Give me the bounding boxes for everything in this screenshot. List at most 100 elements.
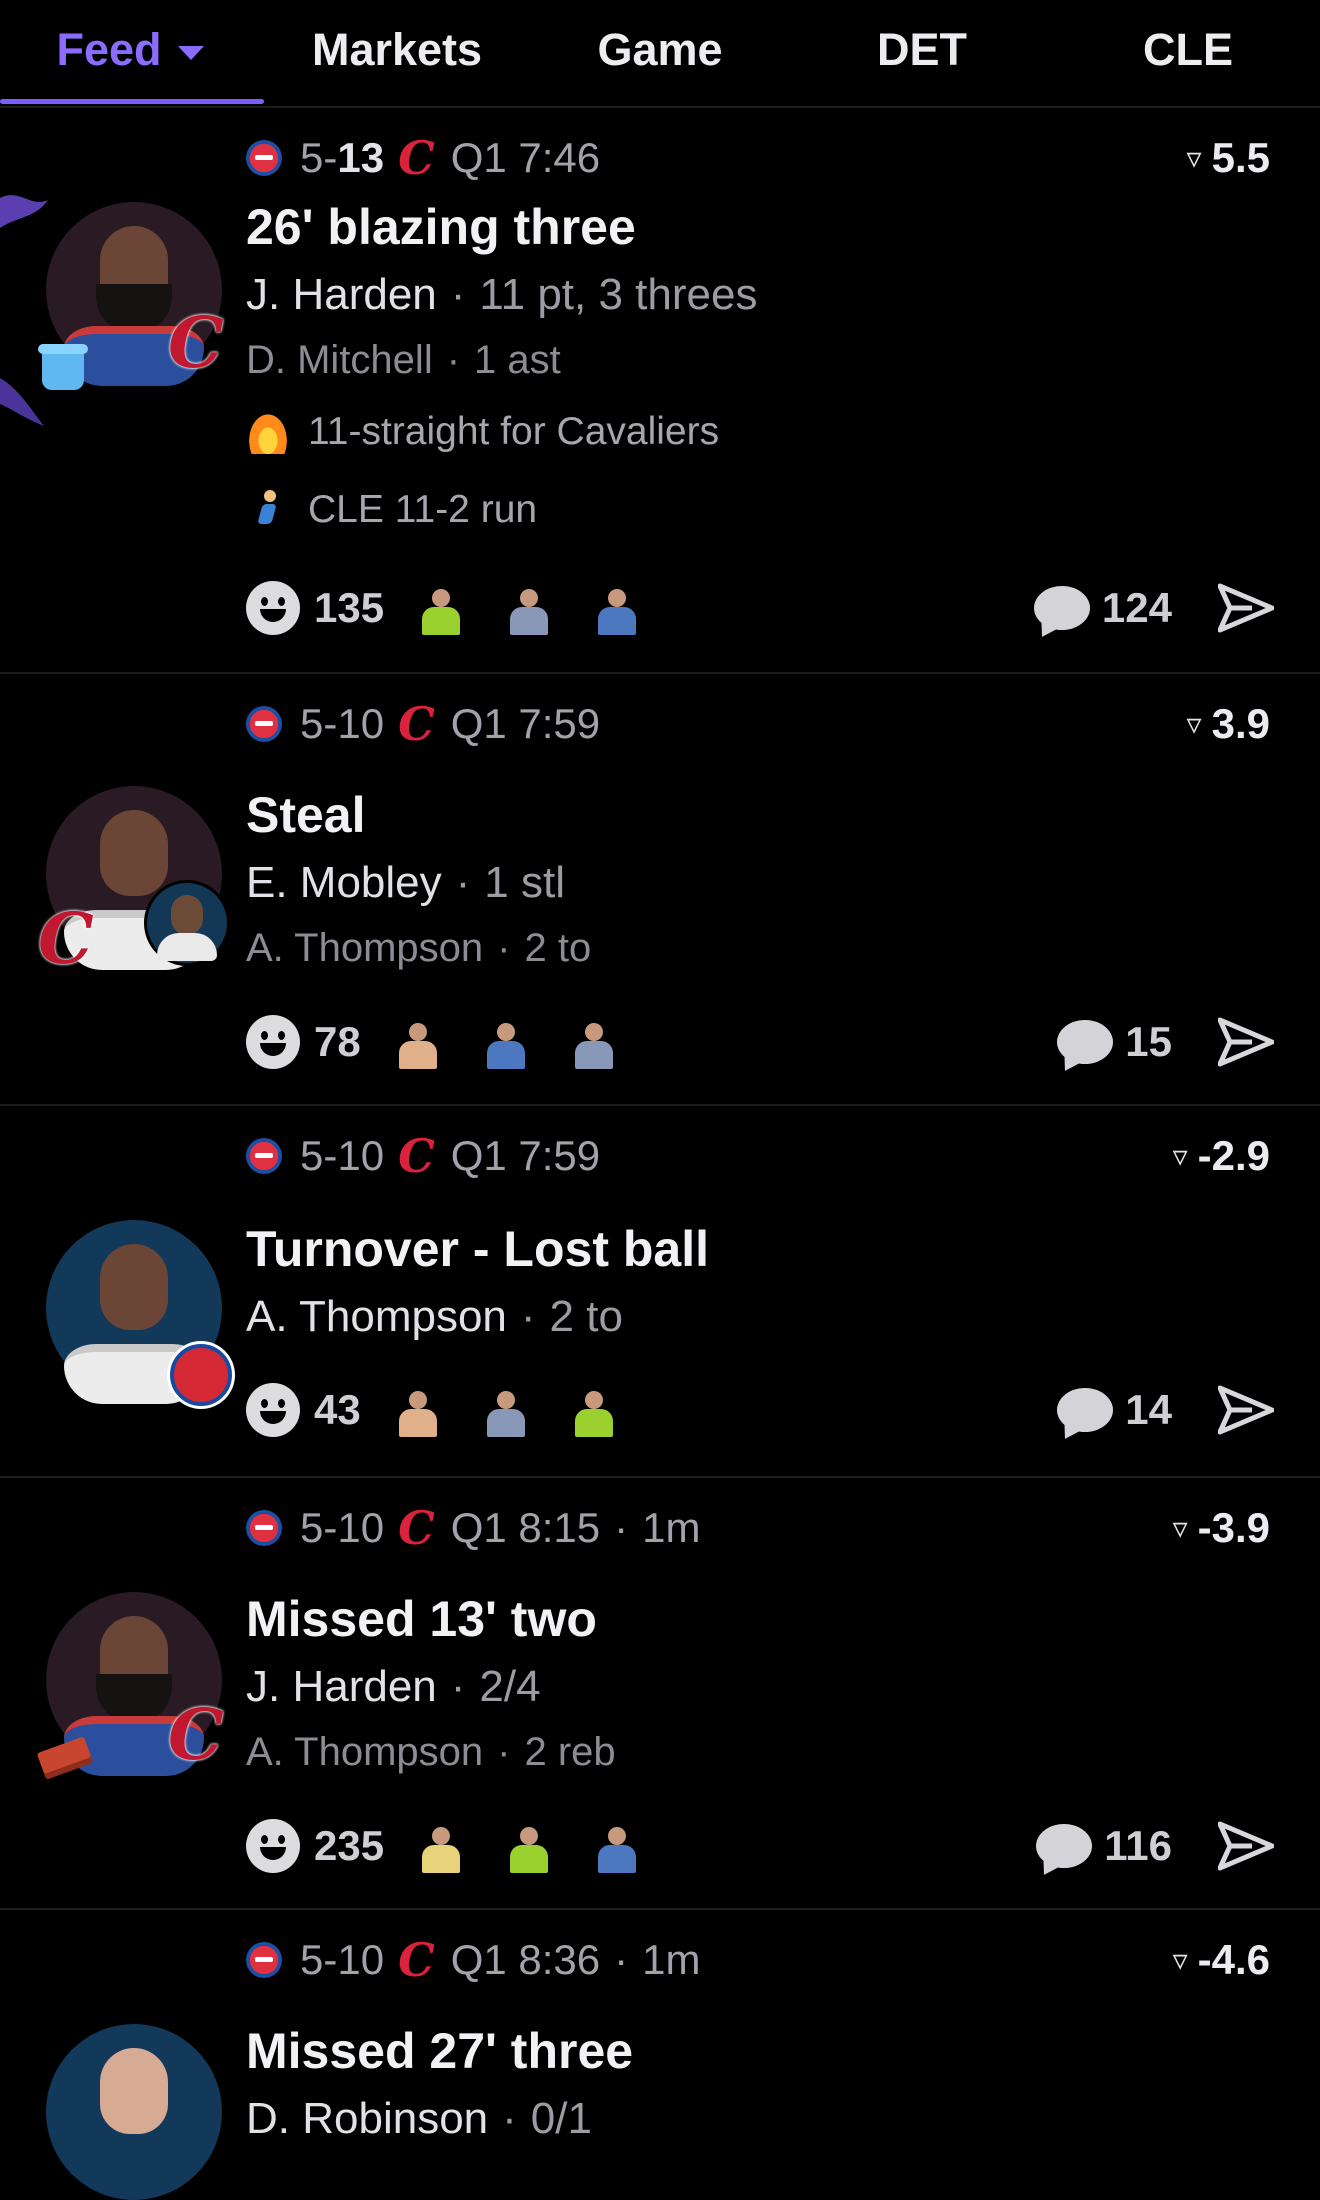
- player-name[interactable]: D. Robinson: [246, 2094, 488, 2143]
- feed-item[interactable]: 5- 13 C Q1 7:46 ▿ 5.5 C 26' blazing three …: [0, 108, 1320, 674]
- tab-feed[interactable]: Feed: [0, 0, 260, 100]
- player-line: J. Harden · 11 pt, 3 threes: [246, 270, 757, 320]
- tab-cle[interactable]: CLE: [1088, 0, 1288, 100]
- separator-dot: ·: [446, 338, 461, 382]
- reaction-button[interactable]: 78: [246, 1012, 621, 1072]
- player-stat: 2 to: [549, 1292, 623, 1341]
- odds-change: ▿ -3.9: [1173, 1500, 1270, 1556]
- separator-dot: ·: [450, 270, 466, 319]
- reaction-thumbnail[interactable]: [502, 581, 556, 635]
- reaction-button[interactable]: 135: [246, 578, 644, 638]
- reaction-gifs: [391, 1383, 621, 1437]
- reaction-thumbnail[interactable]: [567, 1383, 621, 1437]
- reaction-thumbnail[interactable]: [391, 1015, 445, 1069]
- play-title: Missed 13' two: [246, 1591, 597, 1647]
- reaction-count: 135: [314, 584, 385, 631]
- assist-name[interactable]: A. Thompson: [246, 1730, 483, 1774]
- player-stat: 11 pt, 3 threes: [479, 270, 758, 319]
- odds-change: ▿ 5.5: [1187, 130, 1270, 186]
- run-row: CLE 11-2 run: [246, 488, 537, 532]
- comment-bubble-icon: [1057, 1388, 1114, 1432]
- odds-value: 3.9: [1211, 700, 1270, 747]
- tab-markets[interactable]: Markets: [282, 0, 512, 100]
- separator-dot: ·: [455, 858, 471, 907]
- assist-name[interactable]: D. Mitchell: [246, 338, 433, 382]
- comments-button[interactable]: 116: [1036, 1816, 1172, 1876]
- odds-value: -3.9: [1197, 1504, 1270, 1551]
- game-clock: Q1 7:59: [450, 700, 601, 747]
- send-icon[interactable]: [1218, 1016, 1274, 1068]
- comments-button[interactable]: 14: [1057, 1380, 1172, 1440]
- pistons-logo-icon: [246, 706, 282, 742]
- reaction-thumbnail[interactable]: [502, 1819, 556, 1873]
- player-name[interactable]: J. Harden: [246, 270, 437, 319]
- reaction-gifs: [391, 1015, 621, 1069]
- comments-button[interactable]: 124: [1033, 578, 1172, 638]
- avatar[interactable]: C: [36, 1592, 224, 1780]
- odds-value: -2.9: [1197, 1132, 1270, 1179]
- reaction-thumbnail[interactable]: [590, 581, 644, 635]
- send-icon[interactable]: [1218, 582, 1274, 634]
- smiley-icon: [246, 1383, 300, 1437]
- cavaliers-logo-icon: C: [398, 1933, 435, 1987]
- odds-triangle-icon: ▿: [1172, 1511, 1188, 1545]
- reaction-button[interactable]: 235: [246, 1816, 644, 1876]
- play-meta: 5-10 C Q1 7:59: [246, 696, 600, 752]
- reaction-thumbnail[interactable]: [479, 1015, 533, 1069]
- avatar[interactable]: C: [38, 786, 230, 974]
- chevron-down-icon: [177, 46, 204, 61]
- reaction-thumbnail[interactable]: [479, 1383, 533, 1437]
- play-title: 26' blazing three: [246, 199, 636, 255]
- cavaliers-logo-icon: C: [398, 1501, 435, 1555]
- reaction-thumbnail[interactable]: [590, 1819, 644, 1873]
- reaction-thumbnail[interactable]: [414, 1819, 468, 1873]
- avatar[interactable]: [46, 2024, 222, 2200]
- reaction-thumbnail[interactable]: [567, 1015, 621, 1069]
- player-stat: 0/1: [530, 2094, 592, 2143]
- game-clock: Q1 7:59: [450, 1132, 601, 1179]
- action-row: 43 14: [246, 1380, 1274, 1440]
- comment-count: 15: [1125, 1018, 1172, 1065]
- odds-change: ▿ -4.6: [1173, 1932, 1270, 1988]
- reaction-thumbnail[interactable]: [391, 1383, 445, 1437]
- separator-dot: ·: [497, 1730, 511, 1774]
- assist-name[interactable]: A. Thompson: [246, 926, 483, 970]
- reaction-thumbnail[interactable]: [414, 581, 468, 635]
- play-meta: 5-10 C Q1 7:59: [246, 1128, 600, 1184]
- tab-game[interactable]: Game: [560, 0, 760, 100]
- assist-line: A. Thompson · 2 to: [246, 926, 591, 971]
- odds-value: -4.6: [1197, 1936, 1270, 1983]
- feed-item[interactable]: 5-10 C Q1 8:36 · 1m ▿ -4.6 Missed 27' thr…: [0, 1910, 1320, 2200]
- separator-dot: ·: [614, 1504, 629, 1551]
- feed-item[interactable]: 5-10 C Q1 7:59 ▿ 3.9 C Steal E. Mobley · 1 …: [0, 674, 1320, 1106]
- avatar[interactable]: [46, 1220, 232, 1406]
- player-line: E. Mobley · 1 stl: [246, 858, 565, 908]
- bucket-icon: [38, 344, 88, 390]
- feed-item[interactable]: 5-10 C Q1 8:15 · 1m ▿ -3.9 C Missed 13' t…: [0, 1478, 1320, 1910]
- assist-line: D. Mitchell · 1 ast: [246, 338, 561, 383]
- cavaliers-badge-icon: C: [168, 1693, 224, 1776]
- separator-dot: ·: [502, 2094, 517, 2143]
- player-name[interactable]: J. Harden: [246, 1662, 437, 1711]
- send-icon[interactable]: [1218, 1820, 1274, 1872]
- odds-triangle-icon: ▿: [1172, 1943, 1188, 1977]
- secondary-avatar[interactable]: [144, 880, 230, 966]
- play-title: Missed 27' three: [246, 2023, 634, 2079]
- play-meta: 5-10 C Q1 8:15 · 1m: [246, 1500, 701, 1556]
- tab-det[interactable]: DET: [822, 0, 1022, 100]
- smiley-icon: [246, 581, 300, 635]
- comments-button[interactable]: 15: [1057, 1012, 1172, 1072]
- odds-value: 5.5: [1211, 134, 1270, 181]
- action-row: 135 124: [246, 578, 1274, 638]
- score: 5-10: [300, 1132, 385, 1179]
- avatar[interactable]: C: [38, 202, 224, 390]
- assist-line: A. Thompson · 2 reb: [246, 1730, 616, 1775]
- player-head: [100, 810, 168, 896]
- send-icon[interactable]: [1218, 1384, 1274, 1436]
- feed-item[interactable]: 5-10 C Q1 7:59 ▿ -2.9 Turnover - Lost bal…: [0, 1106, 1320, 1478]
- player-stat: 2/4: [479, 1662, 541, 1711]
- tab-feed-label: Feed: [56, 24, 162, 75]
- player-name[interactable]: E. Mobley: [246, 858, 442, 907]
- reaction-button[interactable]: 43: [246, 1380, 621, 1440]
- player-name[interactable]: A. Thompson: [246, 1292, 507, 1341]
